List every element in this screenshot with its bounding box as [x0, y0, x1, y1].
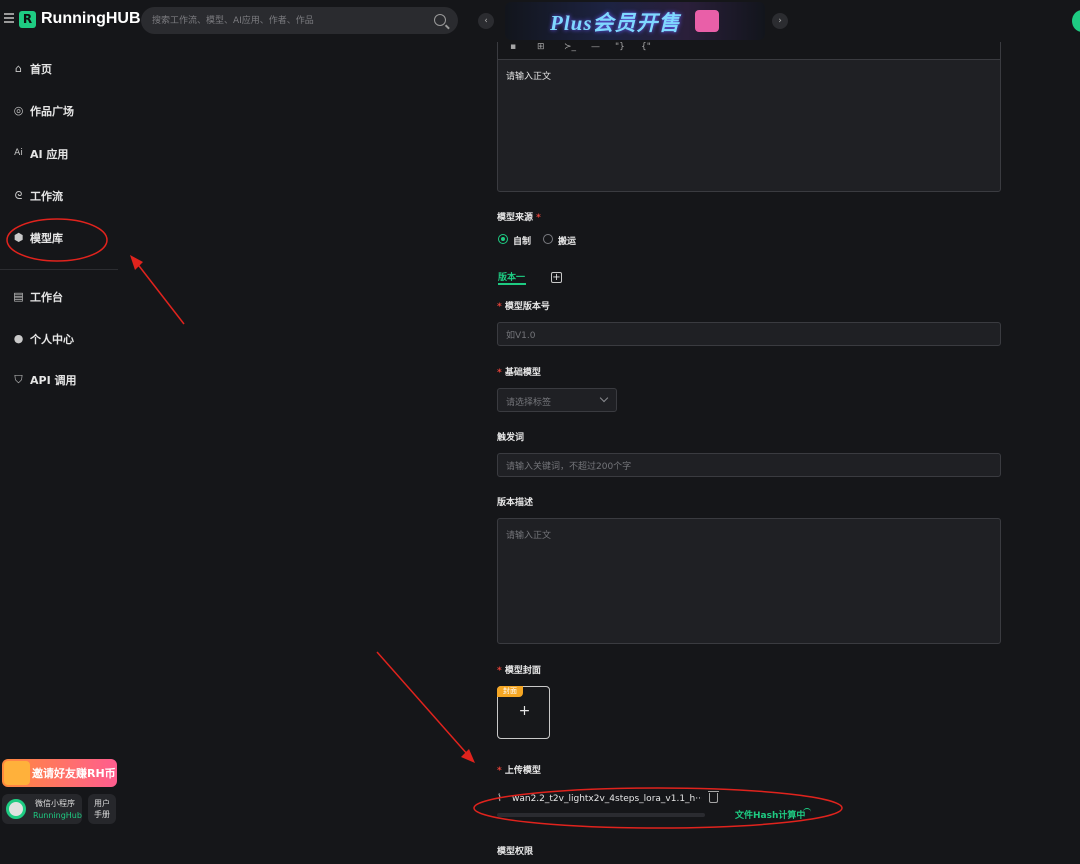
user-icon: ●: [13, 332, 24, 345]
annotation-arrow-line: [376, 651, 469, 756]
sidebar-item-label: 作品广场: [30, 105, 74, 118]
annotation-arrow-head: [461, 749, 475, 763]
video-icon[interactable]: ▪: [510, 42, 516, 52]
sidebar-item-workbench[interactable]: ▤ 工作台: [0, 282, 118, 312]
invite-label: 邀请好友赚RH币: [32, 767, 116, 780]
version-desc-field[interactable]: [497, 518, 1001, 644]
braces-icon[interactable]: {": [641, 42, 651, 52]
sidebar-item-label: 个人中心: [30, 333, 74, 346]
version-desc-label: 版本描述: [497, 498, 534, 508]
sidebar-item-profile[interactable]: ● 个人中心: [0, 324, 118, 354]
loading-spinner-icon: [803, 808, 811, 816]
mini-program-button[interactable]: 微信小程序 RunningHub: [2, 794, 82, 824]
editor-toolbar: ▪ ⊞ ≻_ — "} {": [497, 42, 1001, 59]
cover-upload-button[interactable]: 封面 +: [497, 686, 550, 739]
cube-icon: ⬢: [13, 231, 24, 244]
search-icon[interactable]: [434, 14, 446, 26]
uploaded-file-name: wan2.2_t2v_lightx2v_4steps_lora_v1.1_h··…: [512, 794, 702, 804]
version-number-field[interactable]: [497, 322, 1001, 347]
mini-program-sub: RunningHub: [33, 811, 82, 820]
sidebar: ⌂ 首页 ◎ 作品广场 Ai AI 应用 ᘓ 工作流 ⬢ 模型库 ▤ 工作台 ●…: [0, 42, 118, 864]
annotation-arrow-head: [130, 255, 143, 270]
gift-icon: [695, 10, 719, 32]
source-label: 模型来源 *: [497, 213, 541, 223]
sidebar-item-workflow[interactable]: ᘓ 工作流: [0, 181, 118, 211]
banner-prev-button[interactable]: ‹: [478, 13, 494, 29]
permission-label: 模型权限: [497, 847, 534, 857]
top-bar: R RunningHUB ‹ Plus会员开售 ›: [0, 0, 1080, 42]
home-icon: ⌂: [15, 62, 22, 75]
cover-tag: 封面: [497, 686, 523, 697]
shield-icon: ⛉: [14, 373, 23, 386]
manual-label-1: 用户: [94, 799, 110, 808]
delete-icon[interactable]: [708, 791, 719, 803]
user-manual-button[interactable]: 用户 手册: [88, 794, 116, 824]
add-version-button[interactable]: +: [551, 272, 562, 283]
base-model-select[interactable]: 请选择标签: [497, 388, 617, 412]
location-pin-icon: ◎: [13, 104, 24, 117]
workflow-icon: ᘓ: [14, 189, 23, 202]
tab-version-one[interactable]: 版本一: [498, 270, 525, 283]
sidebar-item-showcase[interactable]: ◎ 作品广场: [0, 96, 118, 126]
source-option-label[interactable]: 自制: [513, 234, 531, 247]
sidebar-item-ai-apps[interactable]: Ai AI 应用: [0, 139, 118, 169]
gift-box-icon: [4, 761, 30, 785]
sidebar-item-label: 工作流: [30, 190, 63, 203]
chevron-down-icon: [599, 393, 609, 403]
base-model-placeholder: 请选择标签: [506, 398, 552, 408]
sidebar-item-label: 首页: [30, 63, 52, 76]
sidebar-item-api[interactable]: ⛉ API 调用: [0, 365, 118, 395]
sidebar-item-models[interactable]: ⬢ 模型库: [0, 223, 118, 253]
version-number-label: * 模型版本号: [497, 302, 550, 312]
sidebar-item-label: AI 应用: [30, 148, 69, 161]
paperclip-icon: ⌇: [497, 793, 502, 804]
version-number-input[interactable]: [498, 325, 1000, 347]
source-radio-repost[interactable]: [543, 234, 553, 244]
upload-progress-bar: [497, 813, 705, 817]
search-bar[interactable]: [141, 7, 458, 34]
sidebar-item-label: API 调用: [30, 374, 77, 387]
sidebar-item-home[interactable]: ⌂ 首页: [0, 54, 118, 84]
promo-banner[interactable]: Plus会员开售: [505, 2, 765, 40]
divider-icon[interactable]: —: [591, 42, 600, 52]
ai-icon: Ai: [14, 148, 23, 158]
brand-name[interactable]: RunningHUB: [41, 10, 141, 28]
sidebar-divider: [0, 269, 118, 270]
model-intro-editor[interactable]: [497, 59, 1001, 192]
banner-text: Plus会员开售: [550, 11, 681, 35]
annotation-arrow-line: [135, 261, 185, 325]
workbench-icon: ▤: [13, 290, 24, 303]
table-icon[interactable]: ⊞: [537, 42, 545, 52]
plus-icon: +: [518, 703, 531, 719]
search-input[interactable]: [152, 7, 422, 34]
trigger-label: 触发词: [497, 433, 525, 443]
trigger-input[interactable]: [498, 456, 1000, 478]
mini-program-label: 微信小程序: [35, 799, 75, 808]
hash-status: 文件Hash计算中: [735, 811, 806, 821]
manual-label-2: 手册: [94, 810, 110, 819]
sidebar-item-label: 模型库: [30, 232, 63, 245]
cover-label: * 模型封面: [497, 666, 541, 676]
sidebar-item-label: 工作台: [30, 291, 63, 304]
logo-icon[interactable]: R: [19, 11, 36, 28]
code-icon[interactable]: ≻_: [564, 42, 576, 52]
source-option-label[interactable]: 搬运: [558, 234, 576, 247]
tab-underline: [498, 283, 526, 285]
base-model-label: * 基础模型: [497, 368, 541, 378]
quote-icon[interactable]: "}: [615, 42, 625, 52]
editor-textarea[interactable]: [498, 60, 1000, 191]
upload-label: * 上传模型: [497, 766, 541, 776]
menu-icon[interactable]: [4, 13, 14, 23]
trigger-field[interactable]: [497, 453, 1001, 478]
banner-next-button[interactable]: ›: [772, 13, 788, 29]
source-radio-self[interactable]: [498, 234, 508, 244]
version-desc-textarea[interactable]: [498, 519, 1000, 643]
avatar[interactable]: [1072, 10, 1080, 32]
qr-code-icon: [6, 799, 26, 819]
invite-friends-button[interactable]: 邀请好友赚RH币: [2, 759, 117, 787]
